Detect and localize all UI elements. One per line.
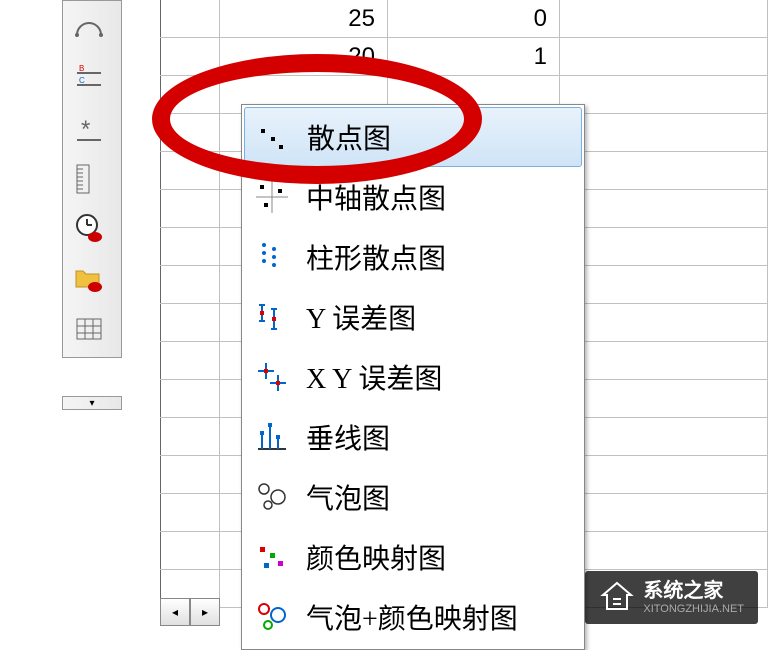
row-header[interactable]: [160, 38, 220, 75]
cell[interactable]: 0: [388, 0, 560, 37]
xy-error-icon: [252, 357, 292, 397]
drop-line-icon: [252, 417, 292, 457]
menu-item-bubble[interactable]: 气泡图: [244, 467, 582, 527]
cell[interactable]: 20: [220, 38, 388, 75]
scroll-left-button[interactable]: ◂: [160, 598, 190, 626]
asterisk-icon: *: [73, 113, 105, 145]
house-icon: [599, 579, 635, 615]
column-scatter-icon: [252, 237, 292, 277]
bubble-color-icon: [252, 597, 292, 637]
toolbar-btn-grid[interactable]: [65, 305, 113, 353]
toolbar-overflow[interactable]: ▾: [62, 396, 122, 410]
menu-item-column-scatter[interactable]: 柱形散点图: [244, 227, 582, 287]
cell[interactable]: 1: [388, 38, 560, 75]
grid-row[interactable]: 20 1: [160, 38, 768, 76]
menu-label: 颜色映射图: [306, 537, 446, 577]
toolbar-btn-line[interactable]: B C: [65, 55, 113, 103]
row-header[interactable]: [160, 76, 220, 113]
watermark: 系统之家 XITONGZHIJIA.NET: [585, 571, 758, 624]
menu-label: 气泡+颜色映射图: [306, 597, 518, 637]
toolbar-btn-folder[interactable]: [65, 255, 113, 303]
arc-icon: [73, 13, 105, 45]
sheet-scroll-controls: ◂ ▸: [160, 598, 220, 626]
watermark-subtitle: XITONGZHIJIA.NET: [643, 603, 744, 616]
menu-label: 垂线图: [306, 417, 390, 457]
cell[interactable]: [560, 0, 768, 37]
chart-type-menu: 散点图 中轴散点图 柱形散点图: [241, 104, 585, 650]
toolbar-btn-clock[interactable]: [65, 205, 113, 253]
row-header[interactable]: [160, 0, 220, 37]
scroll-right-button[interactable]: ▸: [190, 598, 220, 626]
menu-label: 中轴散点图: [306, 177, 446, 217]
grid-icon: [73, 313, 105, 345]
menu-label: 柱形散点图: [306, 237, 446, 277]
toolbar-btn-arc[interactable]: [65, 5, 113, 53]
menu-item-color-map[interactable]: 颜色映射图: [244, 527, 582, 587]
axis-scatter-icon: [252, 177, 292, 217]
left-toolbar: B C *: [62, 0, 122, 358]
menu-label: X Y 误差图: [306, 357, 442, 397]
cell[interactable]: [560, 38, 768, 75]
svg-text:B: B: [79, 64, 84, 73]
menu-item-bubble-color[interactable]: 气泡+颜色映射图: [244, 587, 582, 647]
watermark-title: 系统之家: [643, 579, 744, 603]
menu-item-xy-error[interactable]: X Y 误差图: [244, 347, 582, 407]
line-bc-icon: B C: [73, 63, 105, 95]
folder-stamp-icon: [73, 263, 105, 295]
cell[interactable]: [560, 76, 768, 113]
svg-text:C: C: [79, 76, 85, 85]
toolbar-btn-ruler[interactable]: [65, 155, 113, 203]
color-map-icon: [252, 537, 292, 577]
menu-label: 气泡图: [306, 477, 390, 517]
ruler-icon: [73, 163, 105, 195]
grid-row[interactable]: 25 0: [160, 0, 768, 38]
svg-text:*: *: [81, 116, 90, 143]
y-error-icon: [252, 297, 292, 337]
cell[interactable]: 25: [220, 0, 388, 37]
menu-item-axis-scatter[interactable]: 中轴散点图: [244, 167, 582, 227]
menu-item-y-error[interactable]: Y 误差图: [244, 287, 582, 347]
menu-label: 散点图: [307, 117, 391, 157]
clock-stamp-icon: [73, 213, 105, 245]
toolbar-btn-asterisk[interactable]: *: [65, 105, 113, 153]
menu-item-scatter[interactable]: 散点图: [244, 107, 582, 167]
menu-item-drop-line[interactable]: 垂线图: [244, 407, 582, 467]
scatter-icon: [253, 117, 293, 157]
menu-label: Y 误差图: [306, 297, 416, 337]
bubble-icon: [252, 477, 292, 517]
